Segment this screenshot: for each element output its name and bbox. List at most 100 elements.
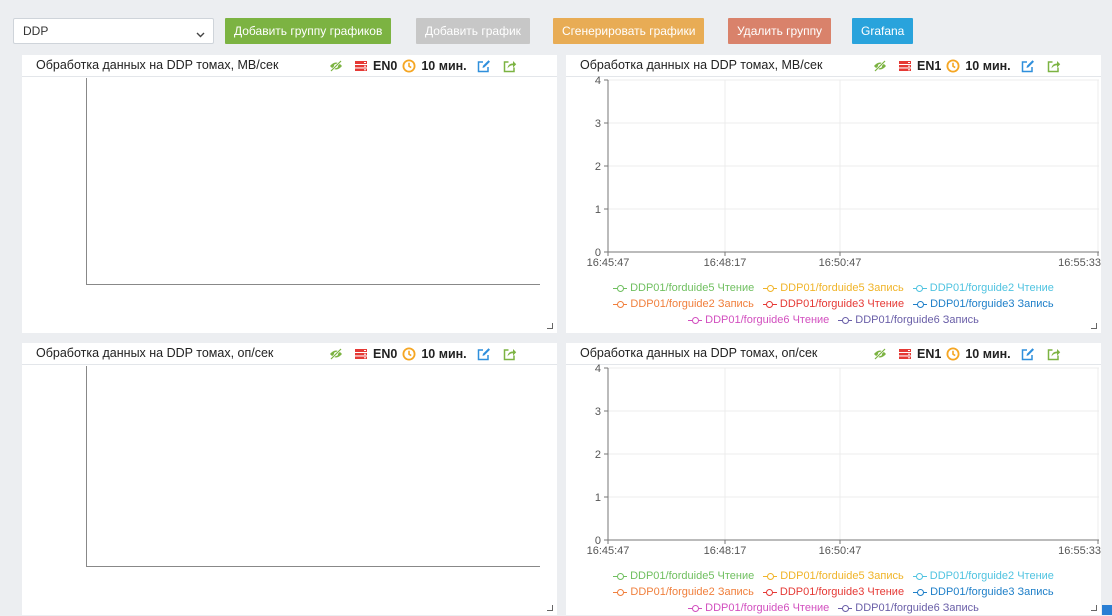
export-icon[interactable]: [1047, 59, 1061, 73]
legend-marker-dot: [916, 300, 924, 308]
legend-row: DDP01/forduide5 Чтение DDP01/forduide5 За…: [566, 568, 1101, 584]
node-label[interactable]: EN1: [917, 347, 941, 361]
legend-label: DDP01/forguide6 Запись: [855, 602, 979, 614]
export-icon[interactable]: [503, 59, 517, 73]
x-tick-label: 16:50:47: [819, 257, 862, 269]
y-tick-label: 1: [595, 492, 601, 504]
delete-group-button[interactable]: Удалить группу: [728, 18, 832, 44]
grafana-button[interactable]: Grafana: [852, 18, 914, 44]
resize-handle[interactable]: [547, 605, 553, 611]
x-tick-label: 16:48:17: [704, 545, 747, 557]
interval-label[interactable]: 10 мин.: [421, 59, 466, 73]
legend-marker-icon: [763, 284, 778, 292]
edit-icon[interactable]: [477, 347, 491, 361]
legend-row: DDP01/forduide5 Чтение DDP01/forduide5 За…: [566, 280, 1101, 296]
export-icon[interactable]: [1047, 347, 1061, 361]
x-tick-label: 16:45:47: [587, 545, 630, 557]
y-tick-label: 2: [595, 161, 601, 173]
resize-handle[interactable]: [1091, 323, 1097, 329]
legend-item[interactable]: DDP01/forduide5 Чтение: [613, 282, 754, 294]
panel-controls: EN1 10 мин.: [873, 57, 1061, 75]
legend-item[interactable]: DDP01/forguide3 Запись: [913, 298, 1054, 310]
legend-item[interactable]: DDP01/forguide2 Чтение: [912, 570, 1054, 582]
legend-marker-icon: [913, 588, 928, 596]
add-chart-button[interactable]: Добавить график: [416, 18, 530, 44]
eye-slash-icon[interactable]: [329, 60, 343, 72]
node-label[interactable]: EN1: [917, 59, 941, 73]
legend-item[interactable]: DDP01/forguide6 Запись: [838, 602, 979, 614]
export-icon[interactable]: [503, 347, 517, 361]
legend-marker-icon: [613, 284, 628, 292]
generate-charts-button[interactable]: Сгенерировать графики: [553, 18, 705, 44]
node-label[interactable]: EN0: [373, 347, 397, 361]
x-tick-label: 16:55:33: [1058, 257, 1101, 269]
legend-item[interactable]: DDP01/forguide3 Чтение: [762, 586, 905, 598]
panel-title: Обработка данных на DDP томах, оп/сек: [580, 346, 818, 360]
eye-slash-icon[interactable]: [873, 348, 887, 360]
x-axis-line: [86, 284, 540, 285]
legend-item[interactable]: DDP01/forguide3 Запись: [913, 586, 1054, 598]
panel-title: Обработка данных на DDP томах, MB/сек: [580, 58, 823, 72]
resize-handle[interactable]: [547, 323, 553, 329]
y-tick-label: 3: [595, 406, 601, 418]
interval-label[interactable]: 10 мин.: [965, 347, 1010, 361]
group-select[interactable]: DDP: [13, 18, 214, 44]
node-label[interactable]: EN0: [373, 59, 397, 73]
legend-label: DDP01/forduide5 Запись: [780, 282, 904, 294]
panel-controls: EN0 10 мин.: [329, 345, 517, 363]
legend-marker-dot: [766, 572, 774, 580]
legend-marker-icon: [613, 572, 628, 580]
eye-slash-icon[interactable]: [873, 60, 887, 72]
y-tick-label: 2: [595, 449, 601, 461]
legend-marker-dot: [616, 572, 624, 580]
legend-row: DDP01/forguide6 Чтение DDP01/forguide6 За…: [566, 600, 1101, 616]
legend-row: DDP01/forguide2 Запись DDP01/forguide3 Чт…: [566, 584, 1101, 600]
legend-label: DDP01/forguide6 Чтение: [705, 314, 830, 326]
panel-header: Обработка данных на DDP томах, оп/сек EN0…: [22, 343, 557, 365]
resize-handle[interactable]: [1091, 605, 1097, 611]
legend-item[interactable]: DDP01/forguide3 Чтение: [762, 298, 905, 310]
panel-controls: EN1 10 мин.: [873, 345, 1061, 363]
edit-icon[interactable]: [477, 59, 491, 73]
legend-marker-icon: [838, 604, 853, 612]
legend-marker-icon: [613, 588, 628, 596]
legend-marker-dot: [616, 588, 624, 596]
legend-marker-dot: [841, 604, 849, 612]
legend-marker-icon: [912, 572, 927, 580]
legend-item[interactable]: DDP01/forduide5 Запись: [763, 282, 904, 294]
legend-item[interactable]: DDP01/forguide6 Чтение: [688, 314, 829, 326]
panel-title: Обработка данных на DDP томах, MB/сек: [36, 58, 279, 72]
empty-chart-area: [86, 366, 542, 578]
legend-item[interactable]: DDP01/forguide6 Запись: [838, 314, 979, 326]
edit-icon[interactable]: [1021, 59, 1035, 73]
add-chart-group-button[interactable]: Добавить группу графиков: [225, 18, 392, 44]
legend-marker-dot: [691, 316, 699, 324]
legend-item[interactable]: DDP01/forguide6 Чтение: [688, 602, 829, 614]
legend-item[interactable]: DDP01/forduide5 Запись: [763, 570, 904, 582]
x-axis-line: [86, 566, 540, 567]
legend-item[interactable]: DDP01/forguide2 Запись: [613, 298, 754, 310]
legend-label: DDP01/forguide3 Чтение: [779, 298, 905, 310]
legend-marker-dot: [766, 588, 774, 596]
interval-label[interactable]: 10 мин.: [965, 59, 1010, 73]
edit-icon[interactable]: [1021, 347, 1035, 361]
eye-slash-icon[interactable]: [329, 348, 343, 360]
server-icon: [354, 348, 368, 360]
panel-header: Обработка данных на DDP томах, MB/сек EN1…: [566, 55, 1101, 77]
legend-marker-icon: [688, 316, 703, 324]
legend-item[interactable]: DDP01/forguide2 Запись: [613, 586, 754, 598]
legend-label: DDP01/forguide3 Чтение: [779, 586, 905, 598]
interval-label[interactable]: 10 мин.: [421, 347, 466, 361]
legend-item[interactable]: DDP01/forduide5 Чтение: [613, 570, 754, 582]
x-tick-label: 16:55:33: [1058, 545, 1101, 557]
legend-label: DDP01/forguide6 Чтение: [705, 602, 830, 614]
clock-icon: [946, 59, 960, 73]
legend-marker-dot: [766, 284, 774, 292]
panel-header: Обработка данных на DDP томах, оп/сек EN1…: [566, 343, 1101, 365]
legend-marker-dot: [841, 316, 849, 324]
chart-panel: Обработка данных на DDP томах, оп/сек EN1…: [566, 343, 1101, 615]
legend-item[interactable]: DDP01/forguide2 Чтение: [912, 282, 1054, 294]
chart-legend: DDP01/forduide5 Чтение DDP01/forduide5 За…: [566, 568, 1101, 616]
legend-marker-icon: [688, 604, 703, 612]
y-tick-label: 4: [595, 75, 601, 87]
